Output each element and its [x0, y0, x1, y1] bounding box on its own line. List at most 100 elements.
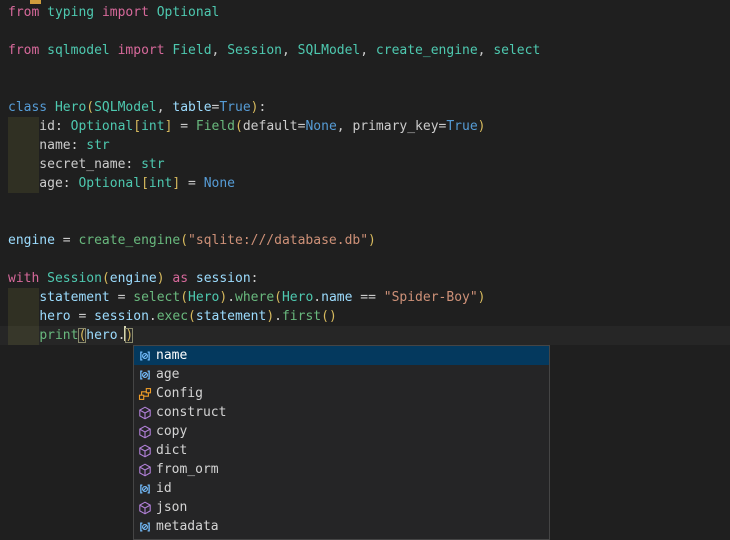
suggest-item-label: from_orm [156, 460, 219, 479]
code-token: primary_key [352, 119, 438, 134]
method-icon [137, 462, 153, 478]
code-token: name [8, 138, 71, 153]
code-token: , [157, 100, 173, 115]
suggest-item-label: Config [156, 384, 203, 403]
code-token: str [141, 157, 164, 172]
code-token: ) [125, 328, 133, 343]
code-token [47, 100, 55, 115]
suggest-item-label: age [156, 365, 179, 384]
code-token: ( [274, 290, 282, 305]
suggest-item-label: construct [156, 403, 226, 422]
code-token: sqlmodel [47, 43, 110, 58]
code-token: = [180, 176, 203, 191]
code-token: ) [478, 119, 486, 134]
code-token: Optional [78, 176, 141, 191]
code-token: Session [227, 43, 282, 58]
code-token: session [94, 309, 149, 324]
code-token: : [63, 176, 79, 191]
code-token: , [337, 119, 353, 134]
code-token: . [149, 309, 157, 324]
autocomplete-suggest-widget[interactable]: nameageConfigconstructcopydictfrom_ormid… [133, 345, 550, 540]
suggest-item-json[interactable]: json [134, 498, 549, 517]
code-token: "Spider-Boy" [384, 290, 478, 305]
code-token: ( [321, 309, 329, 324]
code-token: ( [180, 290, 188, 305]
code-token: engine [8, 233, 55, 248]
code-token: ( [180, 233, 188, 248]
field-icon [137, 348, 153, 364]
code-token: as [172, 271, 188, 286]
code-token: engine [110, 271, 157, 286]
code-token: ) [368, 233, 376, 248]
code-token: ) [266, 309, 274, 324]
code-token: first [282, 309, 321, 324]
code-token: typing [47, 5, 94, 20]
suggest-item-dict[interactable]: dict [134, 441, 549, 460]
code-token: table [172, 100, 211, 115]
code-token: ( [188, 309, 196, 324]
code-line [0, 193, 730, 212]
code-token: Field [172, 43, 211, 58]
code-token: True [446, 119, 477, 134]
code-line: with Session(engine) as session: [0, 269, 730, 288]
suggest-item-age[interactable]: age [134, 365, 549, 384]
code-token: age [8, 176, 63, 191]
code-token: . [313, 290, 321, 305]
code-token: SQLModel [94, 100, 157, 115]
method-icon [137, 443, 153, 459]
code-token: ( [102, 271, 110, 286]
code-token [110, 43, 118, 58]
code-token: ( [235, 119, 243, 134]
code-line: from typing import Optional [0, 3, 730, 22]
code-token: where [235, 290, 274, 305]
code-token: == [352, 290, 383, 305]
class-icon [137, 386, 153, 402]
suggest-item-label: name [156, 346, 187, 365]
suggest-item-copy[interactable]: copy [134, 422, 549, 441]
code-token: class [8, 100, 47, 115]
code-token: from [8, 5, 39, 20]
code-token: = [71, 309, 94, 324]
code-token: ) [219, 290, 227, 305]
code-line [0, 212, 730, 231]
field-icon [137, 481, 153, 497]
suggest-item-name[interactable]: name [134, 346, 549, 365]
method-icon [137, 405, 153, 421]
code-token: : [259, 100, 267, 115]
code-token: Optional [71, 119, 134, 134]
code-token: default [243, 119, 298, 134]
code-token: , [360, 43, 376, 58]
code-token: str [86, 138, 109, 153]
suggest-item-metadata[interactable]: metadata [134, 517, 549, 536]
code-token: . [274, 309, 282, 324]
code-token: : [71, 138, 87, 153]
code-token [8, 328, 39, 343]
code-token: select [493, 43, 540, 58]
code-token: statement [196, 309, 266, 324]
code-token: Hero [55, 100, 86, 115]
code-area: from typing import Optionalfrom sqlmodel… [0, 3, 730, 345]
code-token: None [204, 176, 235, 191]
suggest-item-id[interactable]: id [134, 479, 549, 498]
code-token: : [55, 119, 71, 134]
code-token: , [212, 43, 228, 58]
code-line: engine = create_engine("sqlite:///databa… [0, 231, 730, 250]
code-token: = [55, 233, 78, 248]
code-line: from sqlmodel import Field, Session, SQL… [0, 41, 730, 60]
suggest-item-from_orm[interactable]: from_orm [134, 460, 549, 479]
code-token [8, 290, 39, 305]
suggest-item-label: metadata [156, 517, 219, 536]
code-editor[interactable]: from typing import Optionalfrom sqlmodel… [0, 0, 730, 540]
code-token: id [8, 119, 55, 134]
code-token: Session [47, 271, 102, 286]
suggest-item-label: id [156, 479, 172, 498]
suggest-item-Config[interactable]: Config [134, 384, 549, 403]
code-token: None [305, 119, 336, 134]
code-token: : [125, 157, 141, 172]
code-token [94, 5, 102, 20]
code-token: [ [133, 119, 141, 134]
code-token: hero [86, 328, 117, 343]
code-token: ) [251, 100, 259, 115]
suggest-item-construct[interactable]: construct [134, 403, 549, 422]
code-token [8, 309, 39, 324]
